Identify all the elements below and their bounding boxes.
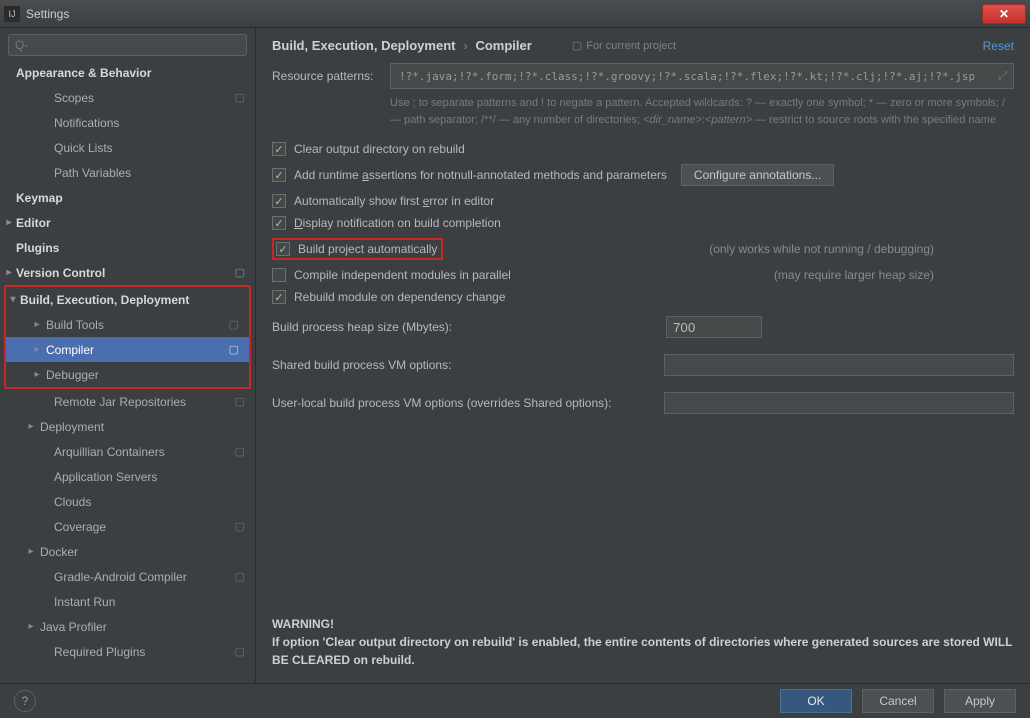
chevron-right-icon: ▸: [26, 421, 36, 432]
tree-appearance[interactable]: Appearance & Behavior: [0, 60, 255, 85]
chk-clear-output[interactable]: Clear output directory on rebuild: [272, 142, 1014, 156]
checkbox-icon: [272, 142, 286, 156]
search-input[interactable]: [8, 34, 247, 56]
resource-patterns-label: Resource patterns:: [272, 69, 390, 83]
warning-block: WARNING! If option 'Clear output directo…: [272, 605, 1014, 683]
tree-remotejar[interactable]: Remote Jar Repositories▢: [0, 389, 255, 414]
crumb-compiler: Compiler: [475, 38, 531, 53]
tree-scopes[interactable]: Scopes▢: [0, 85, 255, 110]
project-icon: ▢: [229, 343, 239, 356]
configure-annotations-button[interactable]: Configure annotations...: [681, 164, 834, 186]
apply-button[interactable]: Apply: [944, 689, 1016, 713]
settings-tree: Appearance & Behavior Scopes▢ Notificati…: [0, 60, 255, 683]
user-vm-input[interactable]: [664, 392, 1014, 414]
auto-note: (only works while not running / debuggin…: [709, 242, 934, 256]
close-button[interactable]: ✕: [982, 4, 1026, 24]
cancel-button[interactable]: Cancel: [862, 689, 934, 713]
crumb-build[interactable]: Build, Execution, Deployment: [272, 38, 455, 53]
main-panel: Build, Execution, Deployment › Compiler …: [256, 28, 1030, 683]
tree-debugger[interactable]: ▸Debugger: [6, 362, 249, 387]
chevron-right-icon: ▸: [32, 344, 42, 355]
tree-compiler[interactable]: ▸Compiler▢: [6, 337, 249, 362]
chk-display-notification[interactable]: Display notification on build completion: [272, 216, 1014, 230]
tree-coverage[interactable]: Coverage▢: [0, 514, 255, 539]
tree-clouds[interactable]: Clouds: [0, 489, 255, 514]
tree-reqplugins[interactable]: Required Plugins▢: [0, 639, 255, 664]
tree-plugins[interactable]: Plugins: [0, 235, 255, 260]
checkbox-icon: [276, 242, 290, 256]
tree-quicklists[interactable]: Quick Lists: [0, 135, 255, 160]
project-icon: ▢: [235, 91, 245, 104]
chk-rebuild-dependency[interactable]: Rebuild module on dependency change: [272, 290, 1014, 304]
for-project-label: ▢For current project: [572, 39, 676, 52]
tree-instantrun[interactable]: Instant Run: [0, 589, 255, 614]
chk-build-automatically[interactable]: Build project automatically: [272, 238, 443, 260]
window-title: Settings: [26, 7, 69, 21]
warning-title: WARNING!: [272, 617, 334, 631]
tree-vcs[interactable]: ▸Version Control▢: [0, 260, 255, 285]
chk-show-first-error[interactable]: Automatically show first error in editor: [272, 194, 1014, 208]
tree-keymap[interactable]: Keymap: [0, 185, 255, 210]
checkbox-icon: [272, 168, 286, 182]
tree-deployment[interactable]: ▸Deployment: [0, 414, 255, 439]
tree-buildtools[interactable]: ▸Build Tools▢: [6, 312, 249, 337]
project-icon: ▢: [235, 570, 245, 583]
project-icon: ▢: [229, 318, 239, 331]
project-icon: ▢: [235, 266, 245, 279]
help-button[interactable]: ?: [14, 690, 36, 712]
chk-compile-parallel[interactable]: Compile independent modules in parallel(…: [272, 268, 1014, 282]
shared-vm-input[interactable]: [664, 354, 1014, 376]
project-icon: ▢: [235, 395, 245, 408]
titlebar: IJ Settings ✕: [0, 0, 1030, 28]
chevron-right-icon: ▸: [4, 217, 14, 228]
tree-notifications[interactable]: Notifications: [0, 110, 255, 135]
footer: ? OK Cancel Apply: [0, 683, 1030, 718]
tree-docker[interactable]: ▸Docker: [0, 539, 255, 564]
tree-editor[interactable]: ▸Editor: [0, 210, 255, 235]
chevron-right-icon: ▸: [32, 319, 42, 330]
project-icon: ▢: [235, 645, 245, 658]
resource-patterns-hint: Use ; to separate patterns and ! to nega…: [390, 95, 1014, 128]
app-icon: IJ: [4, 6, 20, 22]
shared-vm-label: Shared build process VM options:: [272, 358, 451, 372]
resource-patterns-input[interactable]: !?*.java;!?*.form;!?*.class;!?*.groovy;!…: [390, 63, 1014, 89]
project-icon: ▢: [572, 39, 582, 52]
chevron-right-icon: ▸: [26, 621, 36, 632]
checkbox-icon: [272, 194, 286, 208]
user-vm-label: User-local build process VM options (ove…: [272, 396, 612, 410]
chevron-right-icon: ▸: [32, 369, 42, 380]
breadcrumb: Build, Execution, Deployment › Compiler …: [272, 38, 1014, 53]
warning-body: If option 'Clear output directory on reb…: [272, 635, 1012, 667]
checkbox-icon: [272, 268, 286, 282]
sidebar: Appearance & Behavior Scopes▢ Notificati…: [0, 28, 256, 683]
expand-icon[interactable]: ⤢: [998, 69, 1007, 83]
chevron-right-icon: ▸: [4, 267, 14, 278]
ok-button[interactable]: OK: [780, 689, 852, 713]
tree-javaprofiler[interactable]: ▸Java Profiler: [0, 614, 255, 639]
reset-link[interactable]: Reset: [983, 39, 1014, 53]
tree-arquillian[interactable]: Arquillian Containers▢: [0, 439, 255, 464]
tree-build[interactable]: ▾Build, Execution, Deployment: [6, 287, 249, 312]
heap-size-input[interactable]: [666, 316, 762, 338]
chevron-right-icon: ▸: [26, 546, 36, 557]
heap-size-label: Build process heap size (Mbytes):: [272, 320, 452, 334]
tree-pathvars[interactable]: Path Variables: [0, 160, 255, 185]
checkbox-icon: [272, 290, 286, 304]
chk-runtime-assertions[interactable]: Add runtime assertions for notnull-annot…: [272, 164, 1014, 186]
tree-appservers[interactable]: Application Servers: [0, 464, 255, 489]
project-icon: ▢: [235, 445, 245, 458]
tree-gradle-android[interactable]: Gradle-Android Compiler▢: [0, 564, 255, 589]
checkbox-icon: [272, 216, 286, 230]
project-icon: ▢: [235, 520, 245, 533]
chevron-down-icon: ▾: [8, 294, 18, 305]
parallel-note: (may require larger heap size): [774, 268, 934, 282]
chevron-right-icon: ›: [463, 39, 467, 53]
